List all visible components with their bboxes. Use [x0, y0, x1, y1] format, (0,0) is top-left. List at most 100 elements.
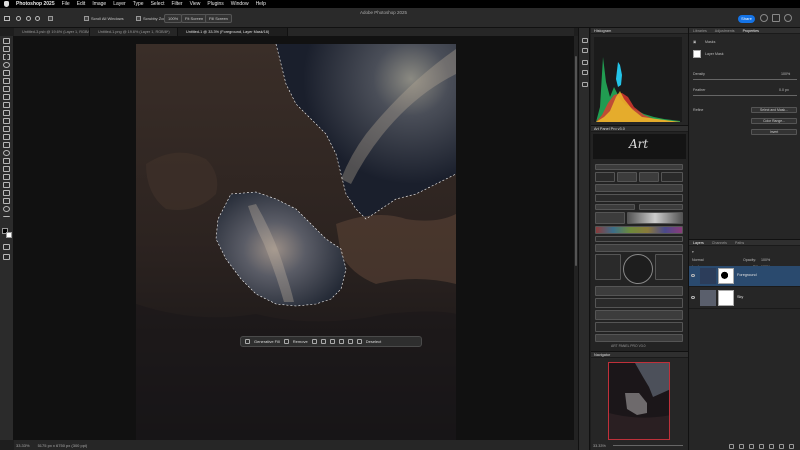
eyedropper-tool-icon[interactable] — [3, 94, 10, 100]
layer-name[interactable]: Foreground — [737, 273, 757, 277]
deselect-button[interactable]: Deselect — [366, 339, 382, 344]
move-tool-icon[interactable] — [3, 38, 10, 44]
layer-mask-thumbnail[interactable] — [718, 290, 734, 306]
artboard-tool-icon[interactable] — [3, 46, 10, 52]
dodge-tool-icon[interactable] — [3, 158, 10, 164]
tab-channels[interactable]: Channels — [708, 240, 731, 245]
art-toolbar-row-2[interactable] — [595, 184, 683, 192]
art-toolbar-row-3[interactable] — [595, 194, 683, 202]
tab-libraries[interactable]: Libraries — [689, 28, 711, 33]
color-range-button[interactable]: Color Range... — [751, 118, 797, 124]
opacity-value[interactable]: 100% — [761, 258, 770, 262]
gradient-tool-icon[interactable] — [3, 142, 10, 148]
tab-untitled-1-png[interactable]: Untitled-1.png @ 19.6% (Layer 1, RGB/8*) — [90, 28, 178, 36]
help-icon[interactable] — [760, 14, 768, 22]
crop-tool-icon[interactable] — [3, 78, 10, 84]
modify-selection-icon[interactable] — [311, 339, 317, 344]
share-button[interactable]: Share — [738, 15, 755, 23]
workspace-icon[interactable] — [772, 14, 780, 22]
zoom-100-button[interactable]: 100% — [164, 13, 183, 23]
density-value[interactable]: 100% — [781, 72, 790, 76]
tab-untitled-1[interactable]: Untitled-1 @ 33.3% (Foreground, Layer Ma… — [178, 28, 288, 36]
tab-untitled-3[interactable]: Untitled-3.psb @ 19.6% (Layer 1, RGB/8*) — [14, 28, 90, 36]
art-toolbar-row-5[interactable] — [595, 244, 683, 252]
art-toolbar-row-6[interactable] — [595, 286, 683, 296]
art-color-swatches[interactable] — [595, 226, 683, 234]
brush-tool-icon[interactable] — [3, 110, 10, 116]
navigator-thumbnail[interactable] — [608, 362, 670, 440]
crop-to-selection-icon[interactable] — [329, 339, 335, 344]
visibility-eye-icon[interactable] — [691, 296, 695, 299]
layer-row-sky[interactable]: Sky — [689, 288, 800, 309]
frame-tool-icon[interactable] — [3, 86, 10, 92]
adjustment-layer-icon[interactable] — [759, 443, 764, 449]
tab-paths[interactable]: Paths — [731, 240, 748, 245]
zoom-tool-icon[interactable] — [3, 206, 10, 212]
resize-windows-checkbox[interactable] — [48, 13, 53, 23]
menu-layer[interactable]: Layer — [113, 0, 126, 8]
feather-value[interactable]: 0.0 px — [779, 88, 789, 92]
art-toolbar-row-10[interactable] — [595, 334, 683, 342]
history-brush-tool-icon[interactable] — [3, 126, 10, 132]
paragraph-panel-icon[interactable] — [582, 82, 588, 87]
background-color-swatch[interactable] — [6, 232, 12, 238]
tab-layers[interactable]: Layers — [689, 240, 708, 245]
rectangle-tool-icon[interactable] — [3, 190, 10, 196]
menu-select[interactable]: Select — [151, 0, 165, 8]
generative-fill-button[interactable]: Generative Fill — [254, 339, 280, 344]
art-button-1[interactable] — [595, 172, 615, 182]
scrollbar-thumb[interactable] — [575, 56, 577, 266]
layer-mask-thumbnail[interactable] — [693, 50, 701, 58]
art-number-row[interactable] — [595, 212, 625, 224]
layer-name[interactable]: Sky — [737, 295, 743, 299]
brushes-panel-icon[interactable] — [582, 60, 588, 65]
layer-filter-icon[interactable]: ▾ — [692, 250, 694, 254]
lasso-tool-icon[interactable] — [3, 62, 10, 68]
scroll-all-checkbox[interactable]: Scroll All Windows — [84, 13, 124, 23]
density-slider[interactable] — [693, 79, 797, 80]
menu-image[interactable]: Image — [92, 0, 106, 8]
history-panel-icon[interactable] — [582, 38, 588, 43]
tab-adjustments[interactable]: Adjustments — [711, 28, 739, 33]
art-button-5[interactable] — [595, 204, 635, 210]
art-gradient-strip[interactable] — [627, 212, 683, 224]
art-toolbar-row-4[interactable] — [595, 236, 683, 242]
menu-file[interactable]: File — [62, 0, 70, 8]
home-icon[interactable] — [4, 13, 10, 23]
feather-slider[interactable] — [693, 95, 797, 96]
zoom-in-icon[interactable] — [26, 13, 31, 23]
art-toolbar-row-7[interactable] — [595, 298, 683, 308]
mask-from-selection-icon[interactable] — [338, 339, 344, 344]
fill-selection-icon[interactable] — [347, 339, 353, 344]
eraser-tool-icon[interactable] — [3, 134, 10, 140]
path-selection-tool-icon[interactable] — [3, 182, 10, 188]
pen-tool-icon[interactable] — [3, 166, 10, 172]
trash-icon[interactable] — [789, 443, 794, 449]
zoom-out-icon[interactable] — [35, 13, 40, 23]
art-dial[interactable] — [623, 254, 653, 284]
object-selection-tool-icon[interactable] — [3, 70, 10, 76]
layer-mask-thumbnail[interactable] — [718, 268, 734, 284]
marquee-tool-icon[interactable] — [3, 54, 10, 60]
art-button-3[interactable] — [639, 172, 659, 182]
layer-row-foreground[interactable]: Foreground — [689, 266, 800, 287]
menu-filter[interactable]: Filter — [171, 0, 182, 8]
search-icon[interactable] — [784, 14, 792, 22]
healing-brush-tool-icon[interactable] — [3, 102, 10, 108]
new-layer-icon[interactable] — [779, 443, 784, 449]
navigator-zoom-value[interactable]: 33.33% — [593, 444, 606, 448]
tab-properties[interactable]: Properties — [739, 28, 763, 33]
fit-screen-button[interactable]: Fit Screen — [181, 13, 208, 23]
clone-stamp-tool-icon[interactable] — [3, 118, 10, 124]
art-button-2[interactable] — [617, 172, 637, 182]
hand-tool-icon[interactable] — [3, 198, 10, 204]
art-toolbar-row-9[interactable] — [595, 322, 683, 332]
remove-button[interactable]: Remove — [293, 339, 308, 344]
art-toolbar-row-8[interactable] — [595, 310, 683, 320]
add-mask-icon[interactable] — [749, 443, 754, 449]
actions-panel-icon[interactable] — [582, 48, 588, 53]
invert-selection-icon[interactable] — [320, 339, 326, 344]
more-tools-icon[interactable] — [3, 216, 10, 222]
info-panel-icon[interactable] — [582, 70, 588, 75]
layer-style-icon[interactable] — [739, 443, 744, 449]
